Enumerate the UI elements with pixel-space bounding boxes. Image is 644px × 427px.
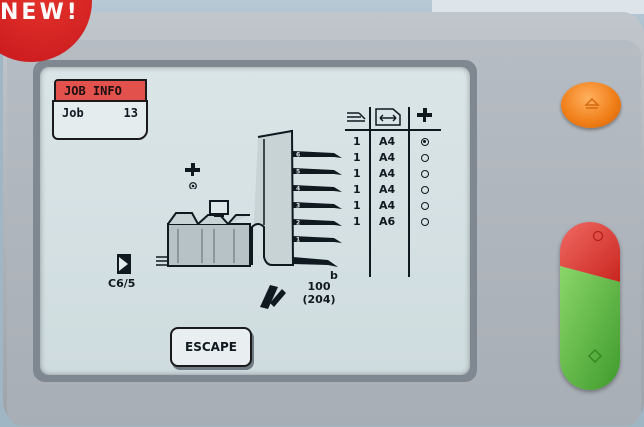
table-header-rule [345,129,441,131]
feeder-tray-label: 4 [296,186,300,193]
folder-inserter-diagram: 6 5 4 3 2 1 b [156,129,342,279]
daily-mail-radio[interactable] [421,138,429,146]
row-paper-size: A4 [379,183,396,196]
job-info-box[interactable]: Job 13 [52,100,148,140]
feeder-tray-6 [293,151,342,158]
insert-fold-icon [375,108,401,126]
table-divider [408,107,410,277]
row-quantity: 1 [353,199,361,212]
envelope-size-label: C6/5 [108,277,136,290]
feeder-tray-label: 6 [296,152,300,159]
row-quantity: 1 [353,183,361,196]
start-stop-shape [560,222,620,390]
eject-button[interactable] [561,82,621,128]
feeder-tray-label: 3 [296,203,300,210]
counter-total: (204) [302,293,336,306]
row-quantity: 1 [353,167,361,180]
row-paper-size: A6 [379,215,396,228]
job-label: Job [62,106,84,120]
feeder-b-label: b [330,269,338,279]
feeder-tray-2 [293,219,342,226]
row-quantity: 1 [353,135,361,148]
daily-mail-radio[interactable] [421,186,429,194]
new-badge-label: NEW! [0,0,80,25]
start-button[interactable] [560,266,620,390]
row-paper-size: A4 [379,167,396,180]
feeder-tray-label: 1 [296,237,300,244]
feeder-tray-3 [293,202,342,209]
job-info-tab[interactable]: JOB INFO [54,79,147,101]
row-paper-size: A4 [379,199,396,212]
feeder-tray-label: 5 [296,169,300,176]
eject-icon [584,97,600,109]
output-stack-icon [260,285,286,309]
lcd-screen: JOB INFO Job 13 6 5 4 3 2 1 b 1 A4 1 A4 1 A4 … [40,67,470,375]
daily-mail-header-icon [417,108,432,122]
row-quantity: 1 [353,151,361,164]
stack-icon [347,112,366,122]
feeder-tray-5 [293,168,342,175]
feeder-tray-4 [293,185,342,192]
feeder-tray-label: 2 [296,220,300,227]
row-paper-size: A4 [379,151,396,164]
feeder-tray-1 [293,236,342,243]
table-divider [369,107,371,277]
row-paper-size: A4 [379,135,396,148]
counter-value: 100 [307,280,331,293]
envelope-icon [117,254,131,274]
job-number: 13 [123,106,138,120]
daily-mail-radio[interactable] [421,154,429,162]
row-quantity: 1 [353,215,361,228]
daily-mail-radio[interactable] [421,170,429,178]
feeder-trays: 6 5 4 3 2 1 [293,151,342,244]
start-stop-buttons [560,222,620,390]
escape-button[interactable]: ESCAPE [170,327,252,367]
daily-mail-radio[interactable] [421,218,429,226]
daily-mail-radio[interactable] [421,202,429,210]
